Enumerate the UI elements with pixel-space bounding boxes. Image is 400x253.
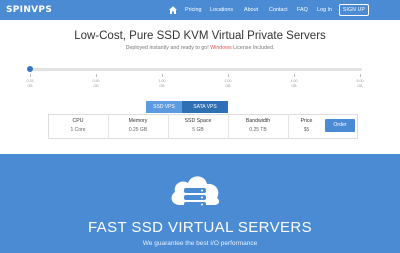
slider-tick (30, 74, 31, 77)
plan-cpu-value: 1 Core (70, 127, 86, 133)
slider-tick (228, 74, 229, 77)
feature-tagline: We guarantee the best I/O performance (142, 240, 258, 247)
page-title: Low-Cost, Pure SSD KVM Virtual Private S… (74, 30, 326, 42)
nav-link-locations[interactable]: Locations (210, 7, 233, 13)
signup-button[interactable]: SIGN UP (339, 4, 369, 16)
page-subtitle: Deployed instantly and ready to go! Wind… (0, 45, 400, 51)
tab-ssd-vps[interactable]: SSD VPS (146, 101, 182, 113)
slider-tick-unit: GB (159, 83, 165, 88)
plan-memory-header: Memory (128, 118, 148, 124)
plan-bandwidth-header: Bandwidth (245, 118, 271, 124)
slider-tick-label: 1.00 GB (150, 79, 174, 88)
nav-link-faq[interactable]: FAQ (297, 7, 308, 13)
slider-tick-label: 8.00 GB (348, 79, 372, 88)
slider-tick-label: 0.50 GB (84, 79, 108, 88)
nav-link-login[interactable]: Log In (317, 7, 332, 13)
logo[interactable]: SPINVPS (6, 5, 52, 15)
nav-link-pricing[interactable]: Pricing (185, 7, 201, 13)
slider-tick (96, 74, 97, 77)
order-button[interactable]: Order (325, 119, 355, 132)
plan-ssd-header: SSD Space (184, 118, 212, 124)
home-icon[interactable] (168, 5, 178, 15)
slider-tick-unit: GB (225, 83, 231, 88)
slider-tick-unit: GB (357, 83, 363, 88)
slider-tick (162, 74, 163, 77)
plan-bandwidth-value: 0.25 TB (249, 127, 267, 133)
slider-tick-unit: GB (93, 83, 99, 88)
plan-cpu-header: CPU (72, 118, 84, 124)
nav-link-about[interactable]: About (244, 7, 258, 13)
plan-ssd-value: 5 GB (192, 127, 204, 133)
plan-memory: Memory 0.25 GB (108, 118, 168, 133)
feature-heading: FAST SSD VIRTUAL SERVERS (87, 219, 313, 236)
subtitle-highlight: Windows (210, 45, 232, 51)
plan-bandwidth: Bandwidth 0.25 TB (228, 118, 288, 133)
plan-memory-value: 0.25 GB (128, 127, 148, 133)
slider-tick-unit: GB (291, 83, 297, 88)
plan-price-value: $5 (303, 127, 310, 133)
slider-tick-label: 4.00 GB (282, 79, 306, 88)
plan-cpu: CPU 1 Core (48, 118, 108, 133)
slider-tick-label: 2.00 GB (216, 79, 240, 88)
plan-slider-track[interactable] (28, 68, 362, 71)
subtitle-text: Deployed instantly and ready to go! (125, 45, 209, 51)
slider-tick-label: 0.25 GB (18, 79, 42, 88)
slider-tick-unit: GB (27, 83, 33, 88)
top-nav: SPINVPS Pricing Locations About Contact … (0, 0, 400, 20)
slider-tick (294, 74, 295, 77)
plan-price: Price $5 (288, 118, 325, 133)
plan-ssd-space: SSD Space 5 GB (168, 118, 228, 133)
subtitle-text-end: License Included. (233, 45, 275, 51)
cloud-server-icon (171, 176, 220, 207)
plan-slider-handle[interactable] (27, 66, 33, 72)
tab-sata-vps[interactable]: SATA VPS (182, 101, 228, 113)
nav-link-contact[interactable]: Contact (269, 7, 288, 13)
slider-tick (360, 74, 361, 77)
plan-price-header: Price (300, 118, 313, 124)
